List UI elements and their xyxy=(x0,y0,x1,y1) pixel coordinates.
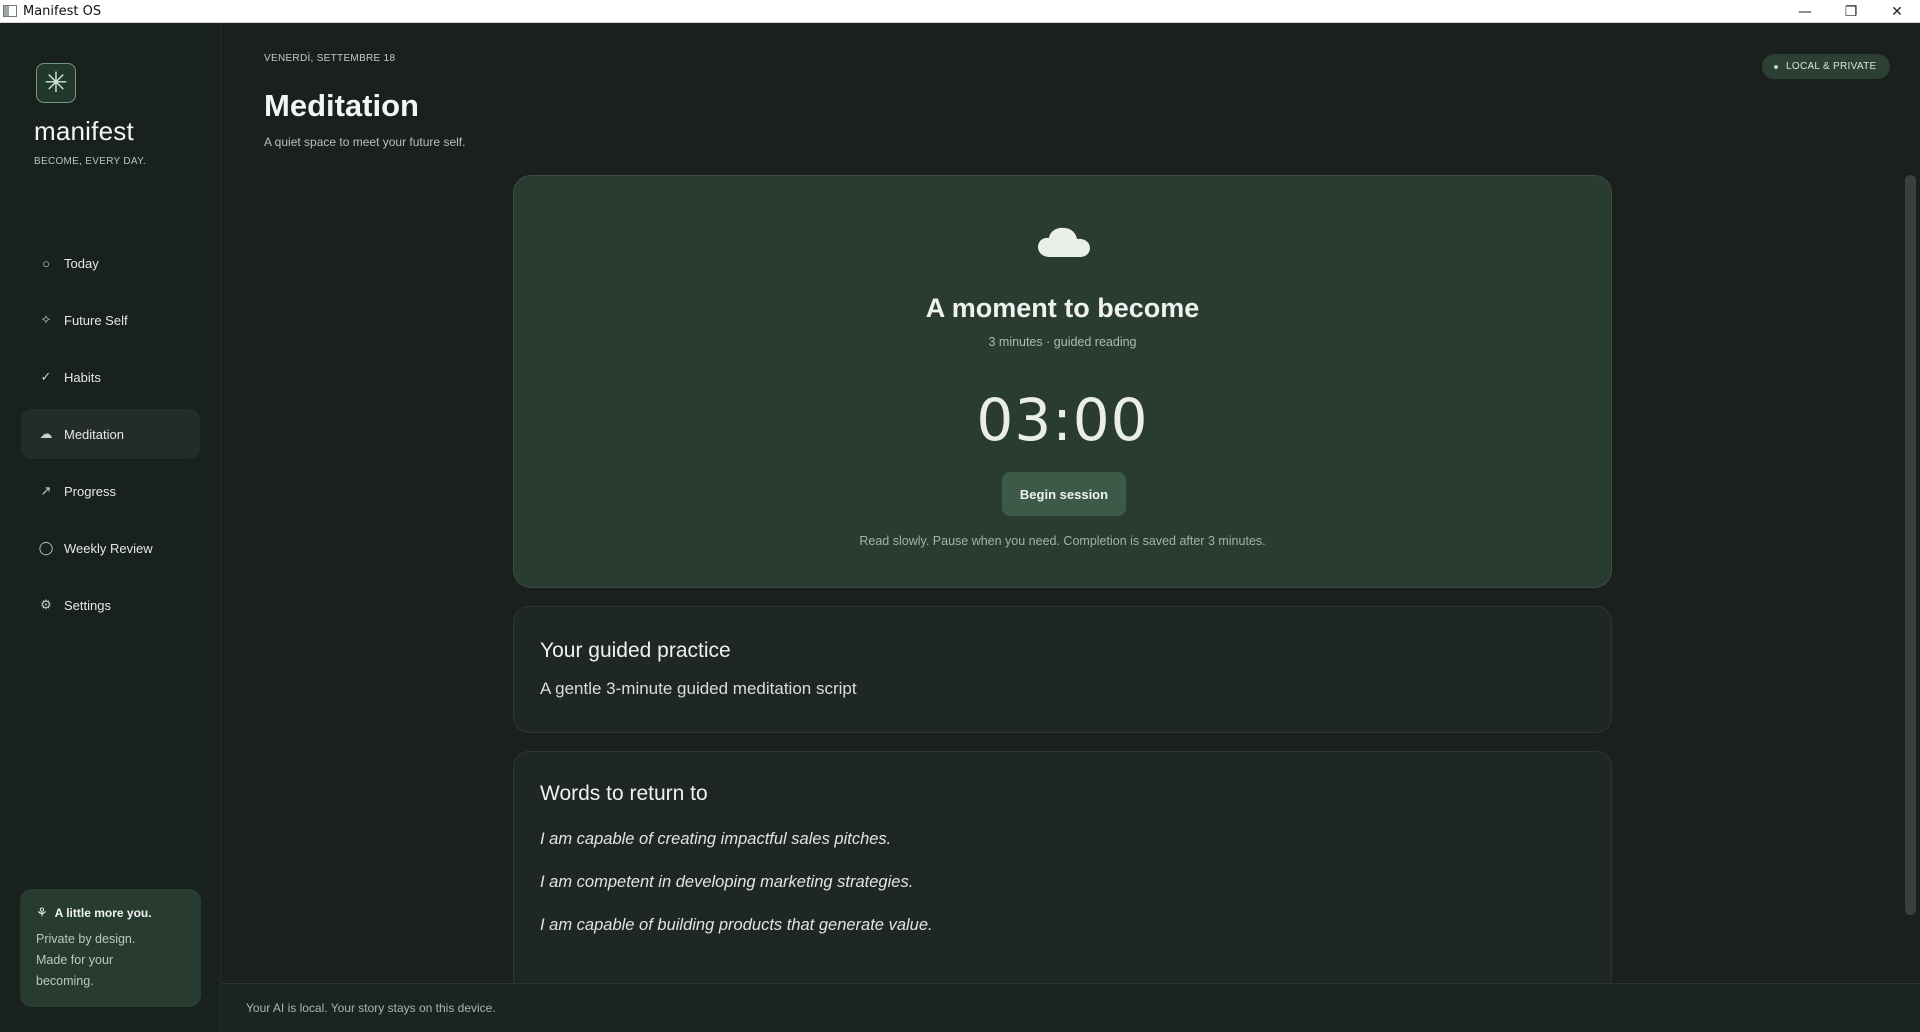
minimize-button[interactable]: — xyxy=(1782,0,1828,23)
session-meta: 3 minutes · guided reading xyxy=(988,335,1137,349)
affirmations-card: Words to return to I am capable of creat… xyxy=(513,751,1612,989)
ring-icon: ◯ xyxy=(38,540,54,555)
page-subtitle: A quiet space to meet your future self. xyxy=(264,135,466,149)
window-title-bar: Manifest OS — ❐ ✕ xyxy=(0,0,1920,23)
circle-icon: ○ xyxy=(42,255,50,271)
sidebar-item-label: Meditation xyxy=(64,426,124,442)
affirmation-item: I am competent in developing marketing s… xyxy=(540,873,914,891)
begin-session-button[interactable]: Begin session xyxy=(1002,472,1126,516)
sidebar-item-weekly-review[interactable]: ◯ Weekly Review xyxy=(21,523,200,573)
privacy-card-title: A little more you. xyxy=(54,906,152,920)
status-footer: Your AI is local. Your story stays on th… xyxy=(222,983,1920,1032)
brand-name: manifest xyxy=(34,116,134,146)
practice-title: Your guided practice xyxy=(540,639,731,662)
affirmation-item: I am capable of building products that g… xyxy=(540,916,933,934)
gear-icon: ⚙ xyxy=(40,597,52,612)
sidebar-item-today[interactable]: ○ Today xyxy=(21,238,200,288)
window-title: Manifest OS xyxy=(23,3,102,19)
sidebar-item-habits[interactable]: ✓ Habits xyxy=(21,352,200,402)
trend-arrow-icon: ↗ xyxy=(40,483,52,498)
cloud-icon xyxy=(1038,227,1090,257)
sidebar-nav: ○ Today ✧ Future Self ✓ Habits ☁ Meditat… xyxy=(21,238,200,637)
sidebar-item-settings[interactable]: ⚙ Settings xyxy=(21,580,200,630)
sidebar-item-label: Weekly Review xyxy=(64,540,153,556)
status-dot-icon xyxy=(1774,64,1778,69)
sidebar-item-meditation[interactable]: ☁ Meditation xyxy=(21,409,200,459)
brand-tagline: BECOME, EVERY DAY. xyxy=(34,156,146,167)
app-window-icon xyxy=(3,5,17,17)
window-controls: — ❐ ✕ xyxy=(1782,0,1920,23)
sidebar-item-future-self[interactable]: ✧ Future Self xyxy=(21,295,200,345)
sidebar: ✳ manifest BECOME, EVERY DAY. ○ Today ✧ … xyxy=(0,23,221,1032)
maximize-button[interactable]: ❐ xyxy=(1828,0,1874,23)
local-private-badge: LOCAL & PRIVATE xyxy=(1762,54,1891,79)
sprout-icon: ⚘ xyxy=(36,905,48,920)
sidebar-item-label: Today xyxy=(64,255,99,271)
check-icon: ✓ xyxy=(40,369,52,384)
sidebar-item-progress[interactable]: ↗ Progress xyxy=(21,466,200,516)
cloud-icon: ☁ xyxy=(39,426,53,441)
affirmations-list: I am capable of creating impactful sales… xyxy=(540,830,933,959)
session-note: Read slowly. Pause when you need. Comple… xyxy=(859,534,1266,548)
affirmations-title: Words to return to xyxy=(540,782,708,805)
sidebar-item-label: Settings xyxy=(64,597,111,613)
badge-label: LOCAL & PRIVATE xyxy=(1786,61,1877,72)
affirmation-item: I am capable of creating impactful sales… xyxy=(540,830,892,848)
privacy-info-card: ⚘ A little more you. Private by design. … xyxy=(20,889,201,1007)
close-button[interactable]: ✕ xyxy=(1874,0,1920,23)
sidebar-item-label: Habits xyxy=(64,369,101,385)
sidebar-item-label: Progress xyxy=(64,483,117,499)
privacy-card-heading: ⚘ A little more you. xyxy=(36,905,185,921)
footer-text: Your AI is local. Your story stays on th… xyxy=(246,1001,496,1015)
session-title: A moment to become xyxy=(925,293,1200,323)
sparkle-icon: ✧ xyxy=(40,312,52,327)
main-scrollbar[interactable] xyxy=(1905,175,1916,915)
page-title: Meditation xyxy=(264,88,419,123)
privacy-card-body: Private by design. Made for your becomin… xyxy=(36,932,136,988)
asterisk-icon: ✳ xyxy=(36,63,76,103)
session-timer: 03:00 xyxy=(976,386,1149,454)
main-content: VENERDÌ, SETTEMBRE 18 Meditation A quiet… xyxy=(222,23,1920,989)
sidebar-item-label: Future Self xyxy=(64,312,128,328)
meditation-session-card: A moment to become 3 minutes · guided re… xyxy=(513,175,1612,588)
current-date: VENERDÌ, SETTEMBRE 18 xyxy=(264,53,396,64)
practice-description: A gentle 3-minute guided meditation scri… xyxy=(540,679,857,698)
guided-practice-card[interactable]: Your guided practice A gentle 3-minute g… xyxy=(513,606,1612,733)
